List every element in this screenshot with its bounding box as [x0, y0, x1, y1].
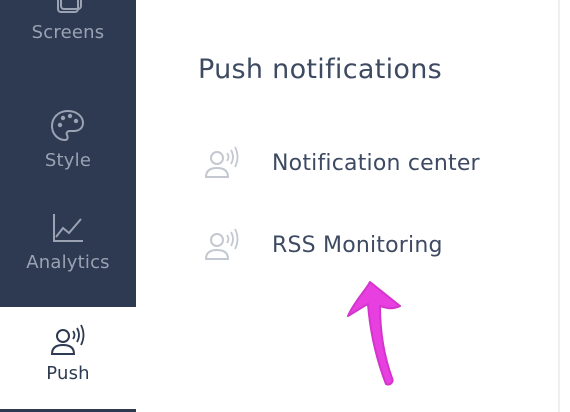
screens-icon [57, 0, 82, 13]
page-title: Push notifications [198, 54, 442, 85]
sidebar-item-style[interactable]: Style [0, 106, 136, 210]
sidebar-item-label: Style [44, 150, 92, 171]
palette-icon [50, 109, 85, 142]
sidebar-item-label: Push [46, 363, 90, 384]
app-window: Screens Style Analytics Push Push notifi… [0, 0, 570, 412]
push-user-icon [204, 228, 239, 260]
sidebar-item-label: Analytics [26, 252, 110, 273]
menu-item-rss-monitoring[interactable]: RSS Monitoring [202, 228, 443, 262]
sidebar: Screens Style Analytics Push [0, 0, 136, 412]
push-user-icon [204, 146, 239, 178]
annotation-arrow-icon [347, 281, 401, 386]
push-user-icon [50, 324, 85, 355]
menu-item-notification-center[interactable]: Notification center [202, 146, 480, 180]
sidebar-item-push[interactable]: Push [0, 307, 136, 409]
menu-item-label: Notification center [272, 150, 480, 176]
menu-item-label: RSS Monitoring [272, 232, 443, 258]
analytics-chart-icon [53, 214, 83, 242]
sidebar-item-analytics[interactable]: Analytics [0, 208, 136, 312]
sidebar-item-label: Screens [31, 22, 105, 43]
main-panel-border [558, 0, 560, 412]
sidebar-item-screens[interactable]: Screens [0, 0, 136, 82]
